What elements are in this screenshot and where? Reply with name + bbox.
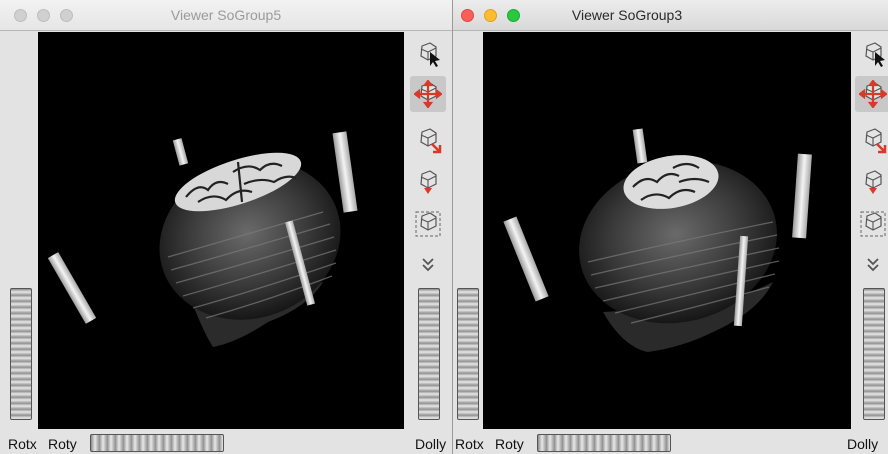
brain-volume-render — [503, 128, 812, 352]
window-title: Viewer SoGroup5 — [170, 7, 282, 23]
render-viewport[interactable] — [483, 32, 851, 429]
viewer-window-sogroup5: Viewer SoGroup5 Rotx Roty Dolly — [0, 0, 452, 454]
render-viewport[interactable] — [38, 32, 404, 429]
set-home-icon[interactable] — [410, 164, 446, 200]
view-all-icon[interactable] — [855, 206, 888, 242]
move-cross-icon[interactable] — [410, 76, 446, 112]
view-all-icon[interactable] — [410, 206, 446, 242]
select-arrow-icon[interactable] — [855, 36, 888, 72]
title-bar[interactable]: Viewer SoGroup5 — [0, 0, 452, 31]
title-bar[interactable]: Viewer SoGroup3 — [453, 0, 888, 31]
dolly-thumbwheel[interactable] — [863, 288, 885, 420]
roty-thumbwheel[interactable] — [90, 434, 224, 452]
roty-label: Roty — [48, 436, 77, 452]
home-view-icon[interactable] — [855, 122, 888, 158]
roty-label: Roty — [495, 436, 524, 452]
dolly-thumbwheel[interactable] — [418, 288, 440, 420]
rotx-label: Rotx — [455, 436, 484, 452]
window-title: Viewer SoGroup3 — [571, 7, 683, 23]
set-home-icon[interactable] — [855, 164, 888, 200]
rotx-thumbwheel[interactable] — [10, 288, 32, 420]
more-chevron-icon[interactable] — [855, 246, 888, 282]
dolly-label: Dolly — [415, 436, 447, 452]
brain-volume-render — [47, 131, 358, 347]
roty-thumbwheel[interactable] — [537, 434, 671, 452]
select-arrow-icon[interactable] — [410, 36, 446, 72]
more-chevron-icon[interactable] — [410, 246, 446, 282]
rotx-label: Rotx — [8, 436, 37, 452]
home-view-icon[interactable] — [410, 122, 446, 158]
viewer-window-sogroup3: Viewer SoGroup3 Rotx Roty Dolly — [452, 0, 888, 454]
rotx-thumbwheel[interactable] — [457, 288, 479, 420]
move-cross-icon[interactable] — [855, 76, 888, 112]
dolly-label: Dolly — [847, 436, 879, 452]
